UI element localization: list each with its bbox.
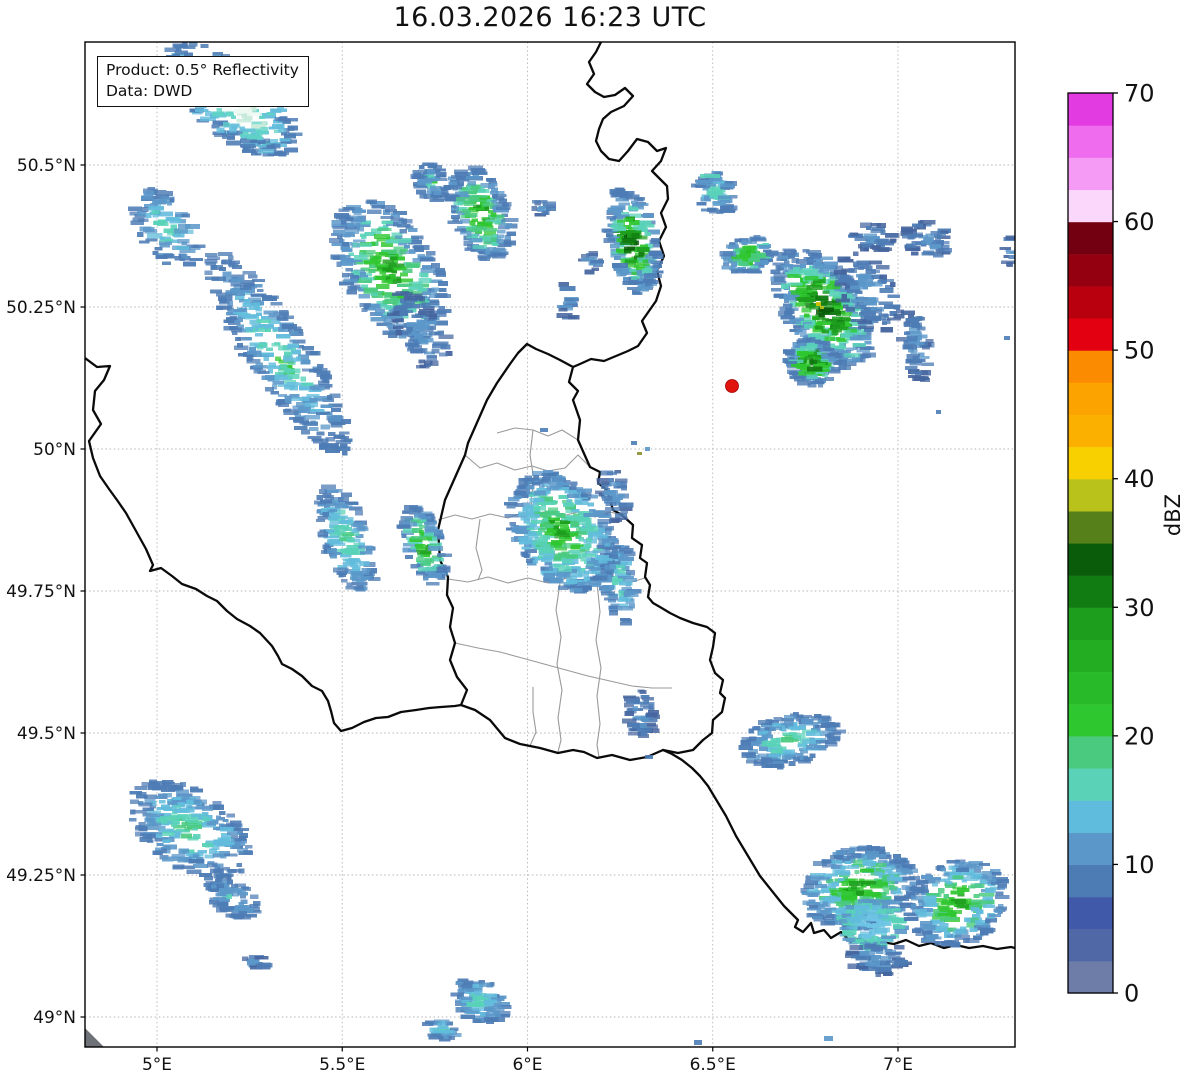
colorbar-segment	[1068, 157, 1113, 190]
colorbar-segment	[1068, 575, 1113, 608]
colorbar-tick-label: 40	[1124, 465, 1155, 493]
colorbar-unit-label: dBZ	[1161, 475, 1191, 555]
echo-cluster-left-center	[314, 485, 380, 592]
echo-cluster-right-streak	[896, 311, 934, 383]
colorbar-segment	[1068, 704, 1113, 737]
echo-cluster-north-green	[444, 166, 518, 261]
echo-cluster-tiny-a	[578, 251, 604, 274]
colorbar-segment	[1068, 897, 1113, 930]
colorbar-tick-label: 30	[1124, 594, 1155, 622]
colorbar-segment	[1068, 414, 1113, 447]
colorbar-segment	[1068, 286, 1113, 319]
echo-cluster-bottomcenter-b	[422, 1020, 462, 1042]
colorbar-segment	[1068, 93, 1113, 126]
colorbar-segment	[1068, 929, 1113, 962]
colorbar-segment	[1068, 736, 1113, 769]
radar-figure: 16.03.2026 16:23 UTC 5°E5.5°E6°E6.5°E7°E…	[0, 0, 1202, 1081]
colorbar-tick-label: 50	[1124, 337, 1155, 365]
colorbar-segment	[1068, 672, 1113, 705]
echo-cluster-tiny-b	[557, 282, 580, 319]
map-canvas	[85, 42, 1022, 1047]
y-tick-label: 50.5°N	[17, 156, 76, 176]
colorbar-segment	[1068, 800, 1113, 833]
radar-echoes	[128, 42, 1022, 1041]
colorbar-segment	[1068, 189, 1113, 222]
echo-cluster-south-lux	[622, 689, 660, 737]
echo-cluster-se-right	[903, 860, 1009, 948]
colorbar-segment	[1068, 447, 1113, 480]
colorbar: 0 10 20 30 40 50 60 70	[1068, 80, 1155, 1008]
echo-cluster-mid-cluster	[329, 199, 451, 343]
colorbar-segment	[1068, 222, 1113, 255]
map-corner-wedge	[85, 1028, 104, 1047]
echo-cluster-bottomleft-b	[204, 875, 262, 919]
echo-cluster-border-echo	[602, 188, 664, 295]
product-info-line2: Data: DWD	[106, 81, 299, 102]
map-plot: 5°E 5.5°E 6°E 6.5°E 7°E 50.5°N 50.25°N 50°N 49.7…	[0, 0, 1202, 1081]
colorbar-segment	[1068, 832, 1113, 865]
x-tick-label: 6°E	[512, 1055, 542, 1075]
colorbar-segment	[1068, 639, 1113, 672]
echo-cluster-tiny-dash	[531, 200, 556, 217]
colorbar-segment	[1068, 961, 1113, 994]
echo-cluster-ne-green-small	[719, 235, 778, 273]
x-tick-label: 6.5°E	[690, 1055, 736, 1075]
x-tick-label: 5.5°E	[319, 1055, 365, 1075]
echo-cluster-westborder-echo	[396, 505, 452, 585]
colorbar-tick-label: 70	[1124, 80, 1155, 108]
product-info-box: Product: 0.5° Reflectivity Data: DWD	[97, 56, 309, 107]
y-tick-label: 49.75°N	[6, 582, 76, 602]
colorbar-segment	[1068, 254, 1113, 287]
echo-cluster-bl-dash	[242, 955, 272, 970]
product-info-line1: Product: 0.5° Reflectivity	[106, 60, 299, 81]
colorbar-segment	[1068, 511, 1113, 544]
y-tick-label: 49.5°N	[17, 724, 76, 744]
colorbar-segment	[1068, 350, 1113, 383]
colorbar-segment	[1068, 125, 1113, 158]
echo-cluster-right-dashes	[901, 220, 952, 258]
y-tick-label: 49.25°N	[6, 866, 76, 886]
colorbar-segment	[1068, 318, 1113, 351]
station-marker-dot	[726, 380, 739, 393]
colorbar-segment	[1068, 543, 1113, 576]
colorbar-segment	[1068, 382, 1113, 415]
colorbar-segment	[1068, 607, 1113, 640]
echo-cluster-right-edge	[1000, 236, 1022, 267]
echo-cluster-bottomleft-a	[129, 780, 253, 881]
colorbar-segment	[1068, 768, 1113, 801]
colorbar-segment	[1068, 864, 1113, 897]
echo-cluster-nw-band	[205, 252, 353, 456]
colorbar-tick-label: 20	[1124, 722, 1155, 750]
y-tick-label: 49°N	[33, 1008, 76, 1028]
colorbar-tick-label: 60	[1124, 208, 1155, 236]
colorbar-tick-label: 0	[1124, 980, 1139, 1008]
echo-cluster-north-blob	[411, 162, 454, 202]
x-tick-label: 7°E	[883, 1055, 913, 1075]
echo-cluster-ne-dashes	[848, 223, 899, 252]
colorbar-tick-label: 10	[1124, 851, 1155, 879]
echo-cluster-left-small	[128, 187, 205, 267]
x-tick-label: 5°E	[142, 1055, 172, 1075]
y-tick-label: 50°N	[33, 440, 76, 460]
colorbar-segment	[1068, 479, 1113, 512]
echo-cluster-se-tail	[845, 944, 912, 978]
y-tick-label: 50.25°N	[6, 298, 76, 318]
echo-cluster-south-cluster	[738, 712, 846, 770]
